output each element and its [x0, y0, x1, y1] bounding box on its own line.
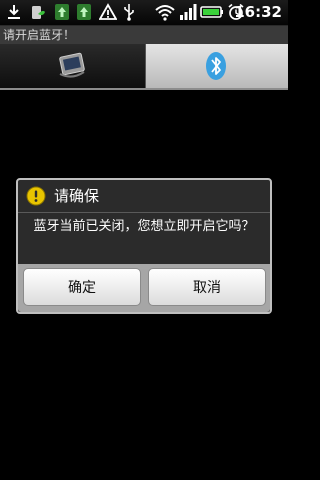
upload-icon	[77, 4, 91, 20]
wifi-icon	[155, 5, 175, 21]
dialog-message: 蓝牙当前已关闭，您想立即开启它吗？	[33, 219, 255, 234]
download-icon	[8, 5, 20, 19]
status-bar: 16:32	[0, 0, 288, 26]
tab-bluetooth[interactable]	[146, 44, 288, 88]
status-time: 16:32	[234, 3, 282, 21]
ok-button[interactable]: 确定	[23, 268, 141, 306]
tab-devices[interactable]	[0, 44, 146, 88]
battery-icon	[200, 6, 223, 18]
tab-underline	[0, 88, 288, 90]
title-bar: 请开启蓝牙！	[0, 26, 288, 44]
warning-icon	[99, 3, 117, 20]
usb-icon	[124, 4, 134, 21]
dialog-button-bar: 确定 取消	[18, 264, 270, 312]
upload-icon	[55, 4, 69, 20]
dialog-header: 请确保	[18, 180, 270, 213]
dialog-title: 请确保	[54, 187, 100, 205]
tab-bar	[0, 44, 288, 90]
confirm-dialog: 请确保 蓝牙当前已关闭，您想立即开启它吗？ 确定 取消	[16, 178, 272, 314]
title-text: 请开启蓝牙！	[3, 28, 76, 42]
bluetooth-icon	[206, 52, 226, 80]
cancel-button[interactable]: 取消	[148, 268, 266, 306]
battery-saver-icon	[32, 6, 45, 19]
device-icon	[59, 52, 85, 78]
alert-icon	[26, 186, 46, 206]
signal-icon	[180, 4, 197, 20]
